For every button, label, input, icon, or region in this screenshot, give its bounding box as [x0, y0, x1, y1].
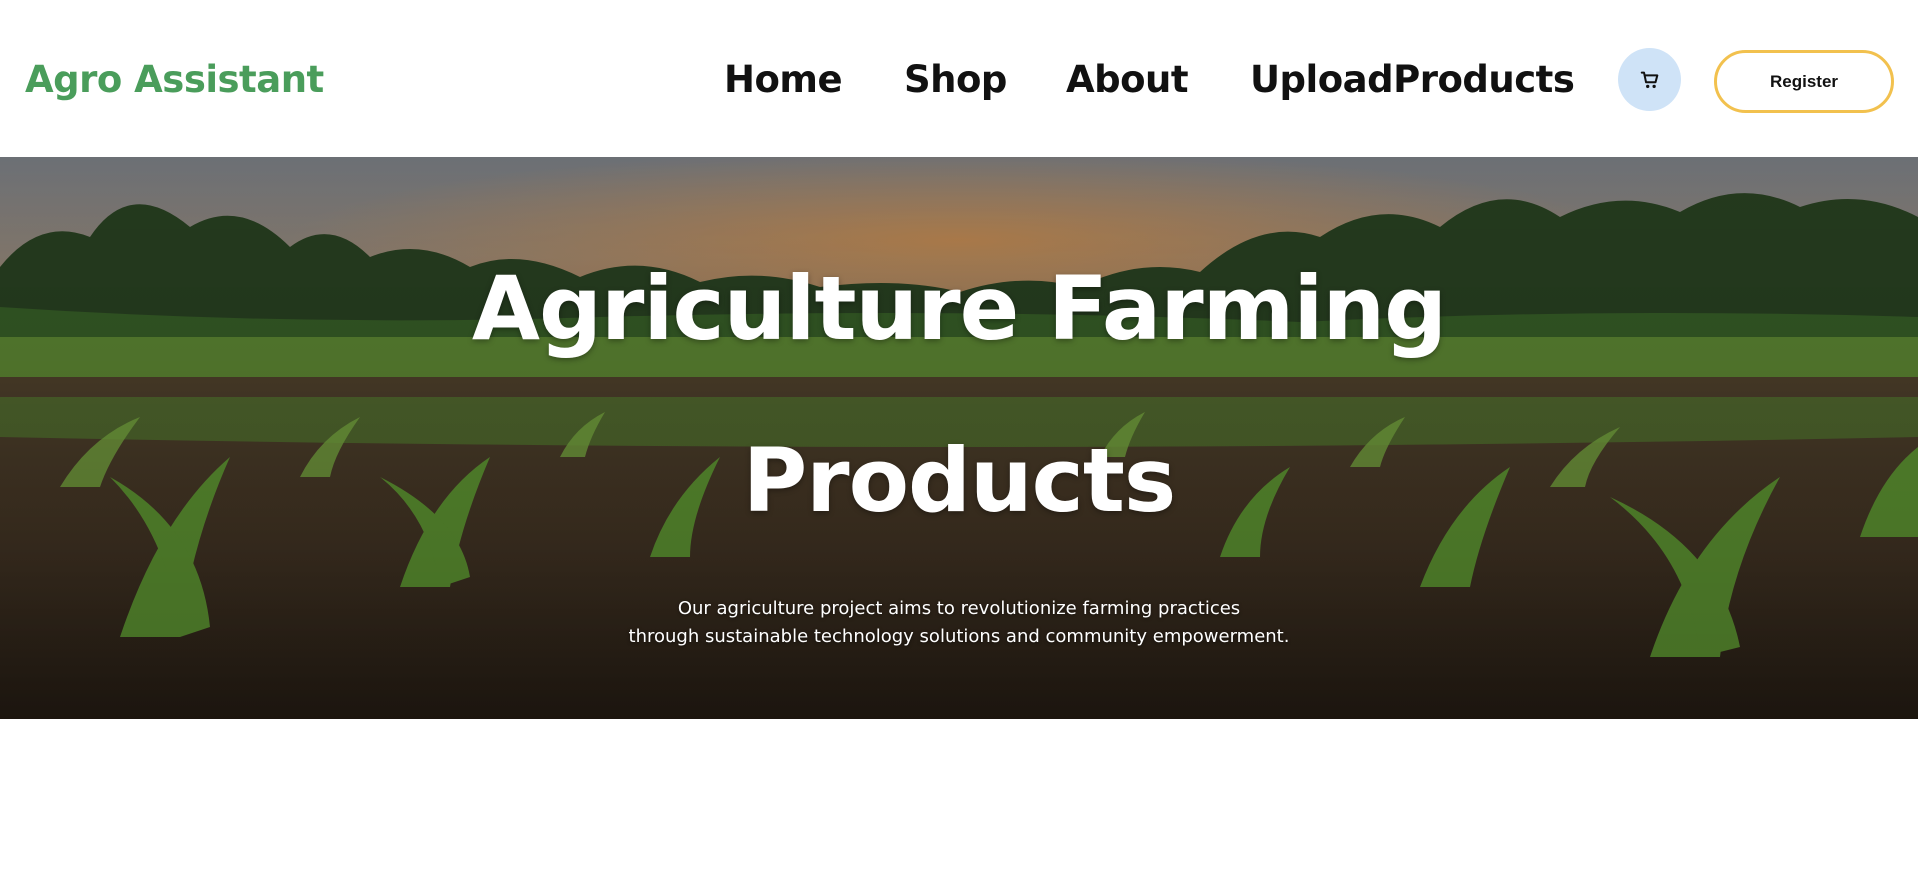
nav-link-shop[interactable]: Shop — [904, 58, 1007, 101]
hero-banner: Agriculture Farming Products Our agricul… — [0, 157, 1918, 719]
register-button[interactable]: Register — [1714, 50, 1894, 113]
nav-link-home[interactable]: Home — [724, 58, 843, 101]
cart-button[interactable] — [1618, 48, 1681, 111]
hero-title-line-2: Products — [742, 429, 1177, 532]
hero-description-line-2: through sustainable technology solutions… — [628, 626, 1290, 647]
hero-title-line-1: Agriculture Farming — [471, 257, 1447, 360]
brand-logo[interactable]: Agro Assistant — [25, 58, 324, 101]
cart-icon — [1640, 71, 1658, 88]
nav-link-upload-products[interactable]: UploadProducts — [1250, 58, 1575, 101]
navbar: Agro Assistant Home Shop About UploadPro… — [0, 0, 1918, 157]
nav-link-about[interactable]: About — [1066, 58, 1189, 101]
hero-description-line-1: Our agriculture project aims to revoluti… — [677, 598, 1241, 619]
